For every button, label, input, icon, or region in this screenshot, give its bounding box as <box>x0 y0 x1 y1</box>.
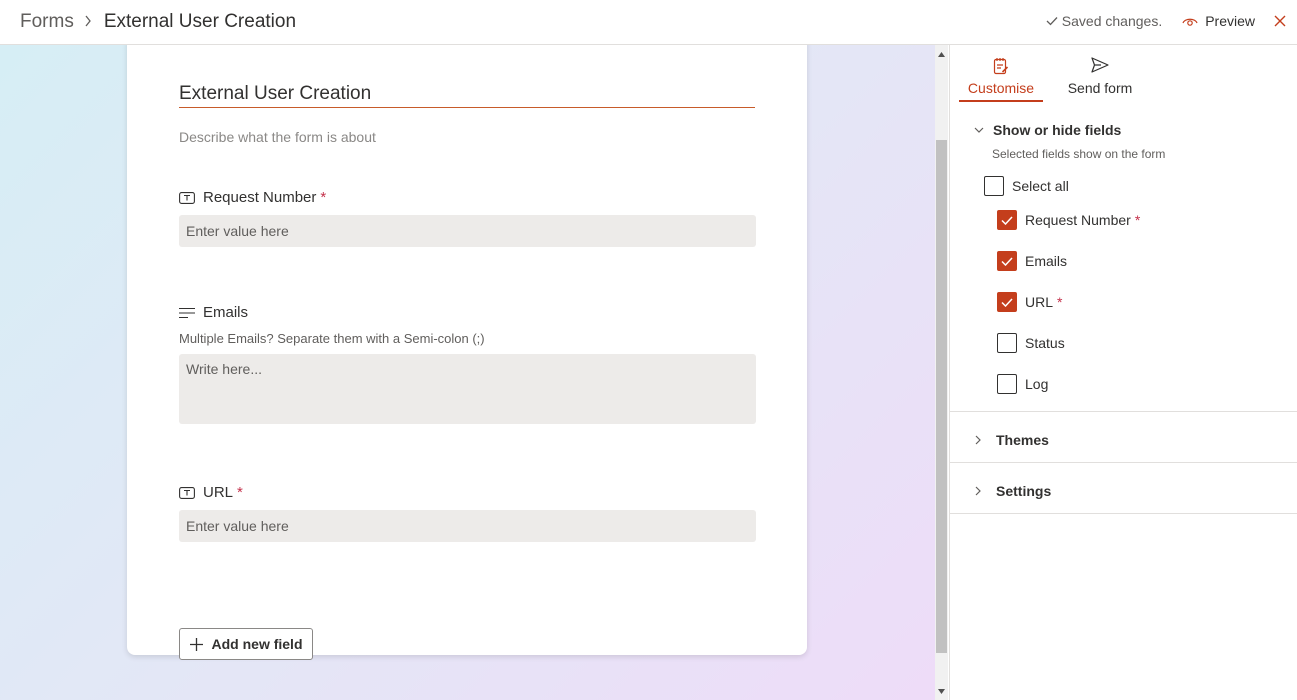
breadcrumb: Forms External User Creation <box>20 11 296 33</box>
saved-status: Saved changes. <box>1046 13 1162 29</box>
field-toggle-emails[interactable]: Emails <box>997 251 1067 271</box>
field-toggle-url[interactable]: URL * <box>997 292 1062 312</box>
question-label: Emails <box>203 304 249 321</box>
preview-label: Preview <box>1205 13 1255 29</box>
request-number-input[interactable]: Enter value here <box>179 215 756 247</box>
themes-label: Themes <box>996 432 1049 448</box>
panel-tabs: Customise Send form <box>950 45 1297 103</box>
form-card: External User Creation Describe what the… <box>127 45 807 660</box>
settings-section[interactable]: Settings <box>950 483 1297 499</box>
tab-send-form[interactable]: Send form <box>1061 57 1139 96</box>
show-hide-fields-description: Selected fields show on the form <box>992 147 1166 161</box>
checkmark-icon <box>1046 17 1058 26</box>
field-label: Emails <box>1025 253 1068 269</box>
question-emails[interactable]: Emails Multiple Emails? Separate them wi… <box>179 304 756 424</box>
scroll-down-arrow-icon[interactable] <box>935 684 948 698</box>
saved-status-text: Saved changes. <box>1061 13 1163 29</box>
close-icon[interactable] <box>1273 14 1287 28</box>
divider <box>950 411 1297 412</box>
question-url[interactable]: URL * Enter value here <box>179 484 756 542</box>
settings-label: Settings <box>996 483 1052 499</box>
field-toggle-log[interactable]: Log <box>997 374 1048 394</box>
customise-icon <box>993 57 1009 77</box>
required-marker: * <box>320 189 327 206</box>
top-bar: Forms External User Creation Saved chang… <box>0 0 1297 45</box>
required-marker: * <box>237 484 243 501</box>
field-label: Status <box>1025 335 1065 351</box>
field-label: Request Number <box>1025 212 1131 228</box>
checkmark-icon <box>1001 297 1013 307</box>
checkbox-checked[interactable] <box>997 292 1017 312</box>
checkmark-icon <box>1001 215 1013 225</box>
form-canvas: External User Creation Describe what the… <box>0 45 935 700</box>
form-title-input[interactable]: External User Creation <box>179 83 755 108</box>
field-label: Log <box>1025 376 1049 392</box>
add-new-field-label: Add new field <box>211 636 303 652</box>
add-new-field-button[interactable]: Add new field <box>179 628 313 660</box>
customise-panel: Customise Send form Show or hide fields … <box>949 45 1297 700</box>
divider <box>950 513 1297 514</box>
chevron-right-icon <box>84 15 94 27</box>
scroll-up-arrow-icon[interactable] <box>935 47 948 61</box>
checkbox[interactable] <box>997 333 1017 353</box>
long-text-icon <box>179 307 195 319</box>
show-hide-fields-title: Show or hide fields <box>993 122 1122 138</box>
chevron-right-icon <box>970 486 986 496</box>
breadcrumb-forms-link[interactable]: Forms <box>20 11 74 33</box>
question-label: Request Number <box>203 189 317 206</box>
question-label: URL <box>203 484 234 501</box>
chevron-down-icon <box>974 127 984 133</box>
themes-header[interactable]: Themes <box>950 432 1297 448</box>
text-field-icon <box>179 486 195 499</box>
question-request-number[interactable]: Request Number * Enter value here <box>179 189 756 247</box>
tab-customise-label: Customise <box>967 80 1035 96</box>
scrollbar-thumb[interactable] <box>936 140 947 653</box>
question-subtitle: Multiple Emails? Separate them with a Se… <box>179 331 485 346</box>
required-marker: * <box>1134 212 1141 228</box>
show-hide-fields-section: Show or hide fields Selected fields show… <box>950 122 1297 161</box>
tab-send-form-label: Send form <box>1067 80 1133 96</box>
url-input[interactable]: Enter value here <box>179 510 756 542</box>
page-title: External User Creation <box>103 11 297 32</box>
chevron-right-icon <box>970 435 986 445</box>
select-all-label: Select all <box>1012 178 1069 194</box>
themes-section[interactable]: Themes <box>950 432 1297 448</box>
preview-button[interactable]: Preview <box>1182 13 1255 29</box>
field-toggle-status[interactable]: Status <box>997 333 1065 353</box>
show-hide-fields-header[interactable]: Show or hide fields <box>950 122 1297 138</box>
field-label: URL <box>1025 294 1054 310</box>
tab-customise[interactable]: Customise <box>959 57 1043 102</box>
select-all-checkbox[interactable]: Select all <box>984 176 1069 196</box>
settings-header[interactable]: Settings <box>950 483 1297 499</box>
send-icon <box>1091 57 1109 77</box>
eye-icon <box>1182 18 1198 26</box>
active-tab-indicator <box>959 100 1043 102</box>
required-marker: * <box>1057 294 1063 310</box>
divider <box>950 462 1297 463</box>
field-toggle-request-number[interactable]: Request Number * <box>997 210 1140 230</box>
checkbox-checked[interactable] <box>997 210 1017 230</box>
form-description-input[interactable]: Describe what the form is about <box>179 129 376 145</box>
text-field-icon <box>179 191 195 204</box>
checkmark-icon <box>1001 256 1013 266</box>
checkbox[interactable] <box>984 176 1004 196</box>
plus-icon <box>189 637 203 651</box>
canvas-scrollbar[interactable] <box>935 45 948 700</box>
checkbox[interactable] <box>997 374 1017 394</box>
emails-textarea[interactable]: Write here... <box>179 354 756 424</box>
checkbox-checked[interactable] <box>997 251 1017 271</box>
